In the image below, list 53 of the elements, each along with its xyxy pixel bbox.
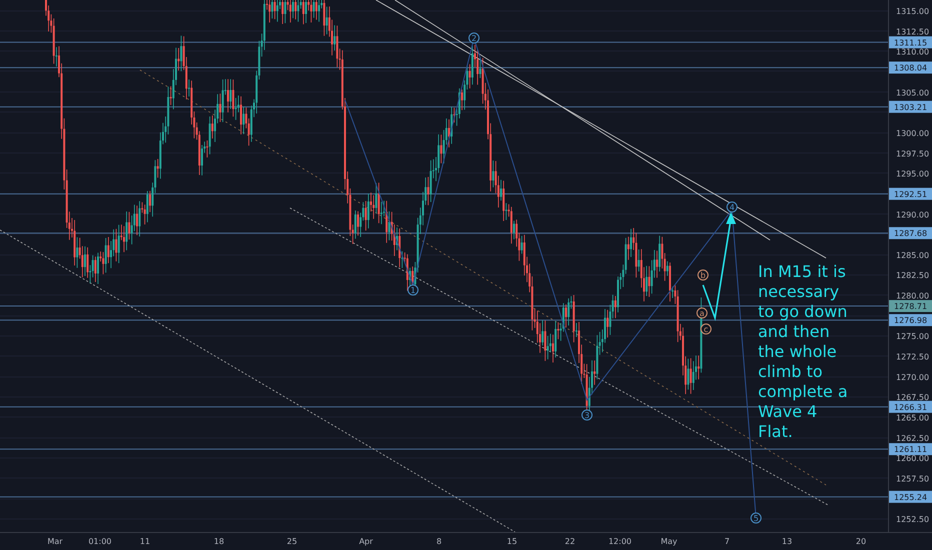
time-tick-label: 25 [286,537,298,546]
price-tick-label: 1252.50 [896,515,930,524]
price-tick-label: 1262.50 [896,434,930,443]
price-marker: 1278.71 [889,300,932,312]
price-tick-label: 1280.00 [896,292,930,301]
time-tick-label: 8 [436,537,442,546]
price-tick-label: 1265.00 [896,414,930,422]
price-tick-label: 1310.00 [896,48,930,57]
wave-label: 5 [750,512,762,524]
price-tick-label: 1272.50 [896,352,930,362]
wave-label: 4 [726,202,738,212]
wave-label: 2 [468,32,480,44]
price-tick-label: 1295.00 [896,170,930,179]
price-marker: 1255.24 [889,490,932,503]
price-marker: 1292.51 [889,188,932,200]
price-tick-label: 1285.00 [896,250,930,260]
time-tick-label: 01:00 [88,537,112,546]
time-tick-label: 18 [214,537,224,546]
wave-label: a [696,308,708,318]
time-tick-label: 20 [856,537,866,546]
price-marker: 1308.04 [889,62,932,74]
wave-label: 3 [582,410,592,420]
wave-label: 1 [408,284,418,296]
time-tick-label: Apr [359,537,373,546]
time-tick-label: Mar [47,537,63,546]
price-tick-label: 1312.50 [896,27,930,36]
price-tick-label: 1267.50 [896,393,930,402]
price-tick-label: 1282.50 [896,271,930,280]
time-tick-label: May [660,537,678,546]
price-tick-label: 1275.00 [896,332,930,342]
wave-label: b [698,270,708,280]
price-marker: 1303.21 [889,100,932,113]
price-marker: 1276.98 [889,314,932,326]
wave-label: c [700,324,712,334]
annotation-text: In M15 it is necessary to go down and then the whole climb to complete a Wave 4 Flat. [758,262,848,442]
price-tick-label: 1290.00 [896,210,930,220]
price-marker: 1261.11 [889,443,932,456]
price-tick-label: 1300.00 [896,128,930,138]
price-marker: 1266.31 [889,400,932,413]
time-tick-label: 7 [724,537,730,546]
price-tick-label: 1315.00 [896,7,930,16]
time-tick-label: 12:00 [608,537,632,546]
price-tick-label: 1270.00 [896,372,930,382]
time-tick-label: 15 [506,537,518,546]
price-tick-label: 1297.50 [896,149,930,158]
time-tick-label: 11 [140,537,150,546]
price-tick-label: 1260.00 [896,454,930,464]
price-marker: 1311.15 [889,36,932,48]
price-marker: 1287.68 [889,227,932,240]
time-tick-label: 13 [782,537,792,546]
price-tick-label: 1257.50 [896,474,930,484]
price-tick-label: 1305.00 [896,88,930,98]
time-tick-label: 22 [564,537,576,546]
